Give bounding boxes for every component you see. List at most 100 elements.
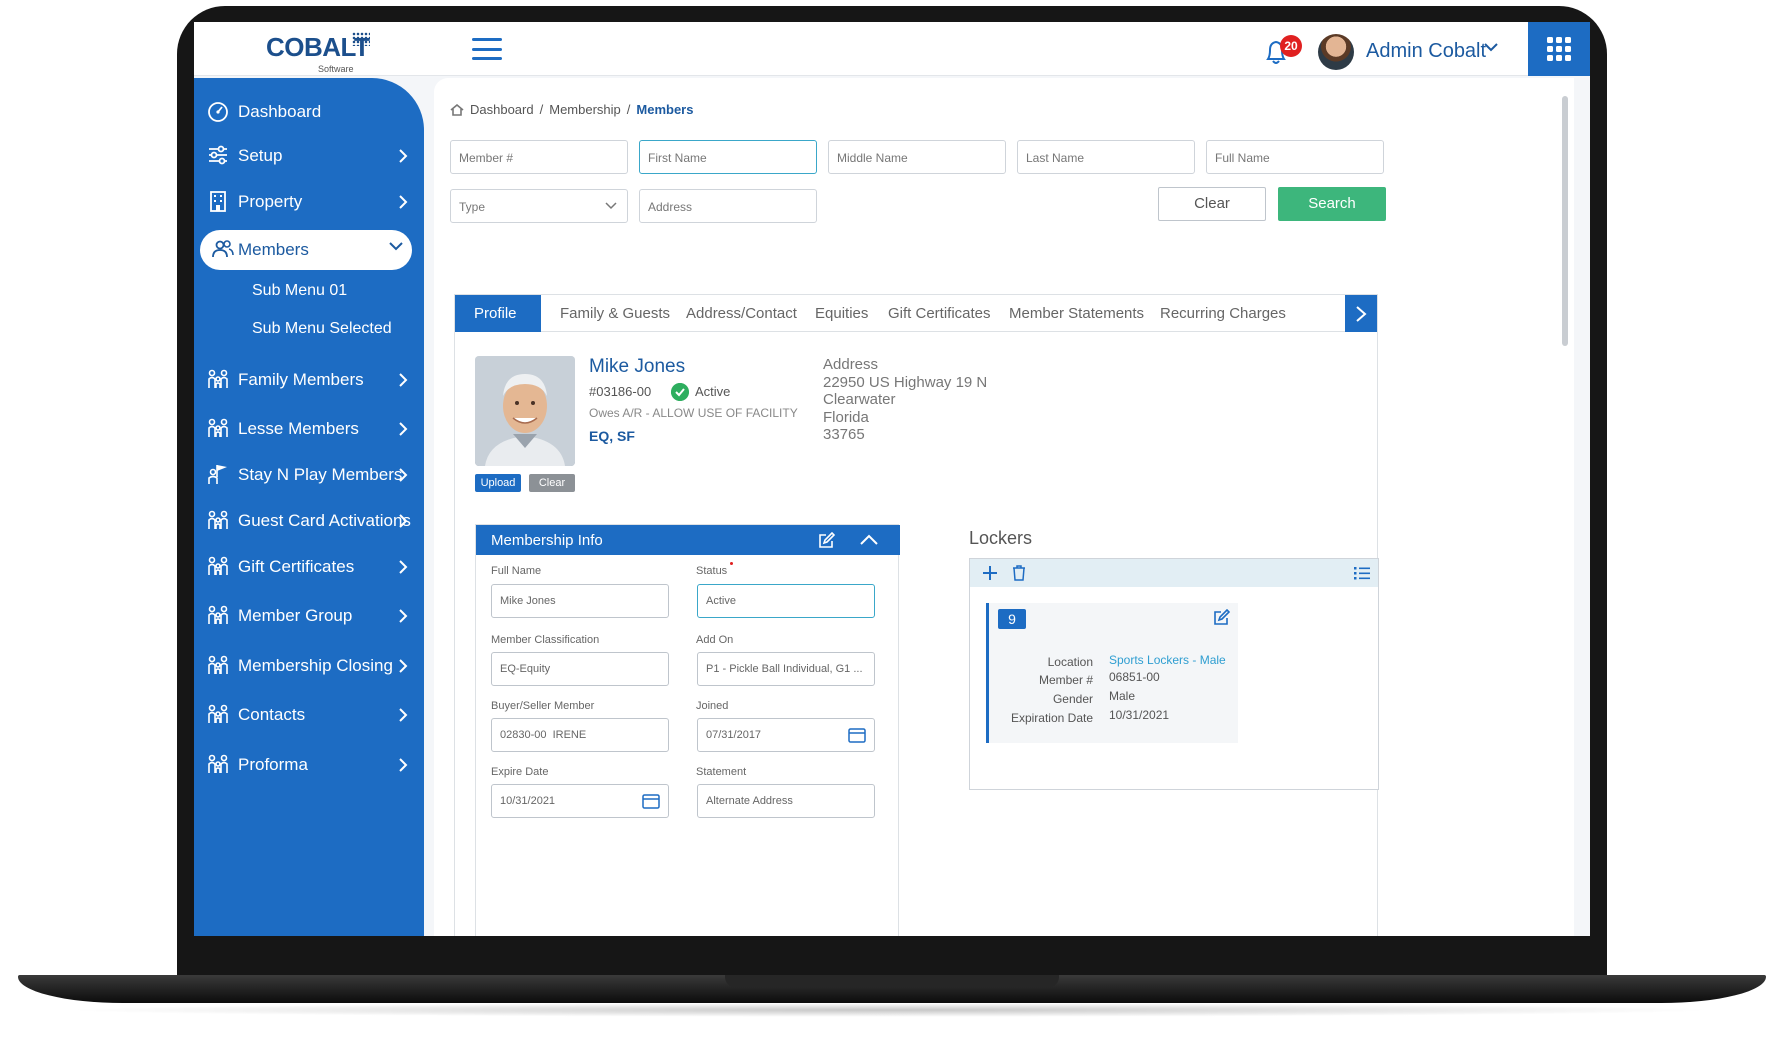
main-content: Dashboard / Membership / Members Member … <box>434 78 1574 936</box>
sidebar-item-stay-n-play[interactable]: Stay N Play Members <box>194 455 424 495</box>
family-icon <box>208 605 228 624</box>
home-icon[interactable] <box>450 103 464 116</box>
chevron-down-icon[interactable] <box>1484 40 1498 54</box>
tab-gift-certificates[interactable]: Gift Certificates <box>888 295 991 332</box>
user-avatar[interactable] <box>1318 34 1354 70</box>
family-icon <box>208 418 228 437</box>
breadcrumb-dashboard[interactable]: Dashboard <box>470 102 534 117</box>
sidebar-item-label: Setup <box>238 146 283 165</box>
calendar-icon[interactable] <box>848 727 866 743</box>
clear-button[interactable]: Clear <box>1158 187 1266 221</box>
member-number-input[interactable]: Member # <box>450 140 628 174</box>
users-icon <box>212 240 234 258</box>
chevron-right-icon <box>399 758 408 772</box>
tab-member-statements[interactable]: Member Statements <box>1009 295 1144 332</box>
submenu-item-selected[interactable]: Sub Menu Selected <box>252 320 392 338</box>
buyer-seller-field[interactable]: 02830-00 IRENE <box>491 718 669 752</box>
status-field[interactable]: Active <box>697 584 875 618</box>
joined-date-field[interactable]: 07/31/2017 <box>697 718 875 752</box>
sidebar-item-property[interactable]: Property <box>194 182 424 222</box>
tab-bar: Profile Family & Guests Address/Contact … <box>454 294 1378 332</box>
tab-recurring-charges[interactable]: Recurring Charges <box>1160 295 1286 332</box>
logo-subtitle: Software <box>318 64 354 74</box>
sidebar-item-contacts[interactable]: Contacts <box>194 695 424 735</box>
tabs-next-button[interactable] <box>1345 295 1377 332</box>
sidebar-item-guest-card-activations[interactable]: Guest Card Activations <box>194 501 424 541</box>
locker-member: 06851-00 <box>1109 670 1160 684</box>
sidebar-item-proforma[interactable]: Proforma <box>194 745 424 785</box>
edit-icon[interactable] <box>818 532 835 549</box>
profile-panel: Upload Clear Mike Jones #03186-00 Active… <box>454 332 1379 936</box>
locker-gender: Male <box>1109 689 1136 703</box>
tab-family-guests[interactable]: Family & Guests <box>560 295 670 332</box>
chevron-right-icon <box>399 609 408 623</box>
sidebar-item-label: Membership Closing <box>238 656 393 675</box>
classification-label: Member Classification <box>491 634 600 646</box>
locker-location[interactable]: Sports Lockers - Male <box>1109 653 1226 667</box>
statement-field[interactable]: Alternate Address <box>697 784 875 818</box>
first-name-input[interactable]: First Name <box>639 140 817 174</box>
sidebar-item-label: Lesse Members <box>238 419 359 438</box>
breadcrumb-membership[interactable]: Membership <box>549 102 621 117</box>
add-icon[interactable] <box>982 565 998 581</box>
sidebar-item-gift-certificates[interactable]: Gift Certificates <box>194 547 424 587</box>
type-select[interactable]: Type <box>450 189 628 223</box>
chevron-down-icon <box>605 202 617 210</box>
locker-card[interactable]: 9 Location Sports Lockers - Male Member … <box>986 603 1238 743</box>
submenu-item[interactable]: Sub Menu 01 <box>252 282 347 300</box>
tab-equities[interactable]: Equities <box>815 295 868 332</box>
full-name-input[interactable]: Full Name <box>1206 140 1384 174</box>
buyer-seller-label: Buyer/Seller Member <box>491 700 595 712</box>
sidebar-item-members[interactable]: Members <box>200 230 412 270</box>
locker-expiration-label: Expiration Date <box>1010 711 1093 725</box>
laptop-notch <box>725 975 1059 987</box>
app-screen: COBALT Software 20 Admin Cobalt Dashboar… <box>194 22 1590 936</box>
cobalt-logo[interactable]: COBALT Software <box>266 32 370 74</box>
sidebar-item-member-group[interactable]: Member Group <box>194 596 424 636</box>
classification-field[interactable]: EQ-Equity <box>491 652 669 686</box>
scrollbar[interactable] <box>1562 96 1568 346</box>
last-name-input[interactable]: Last Name <box>1017 140 1195 174</box>
edit-icon[interactable] <box>1213 609 1230 626</box>
sidebar-item-membership-closing[interactable]: Membership Closing <box>194 646 424 686</box>
middle-name-input[interactable]: Middle Name <box>828 140 1006 174</box>
locker-member-label: Member # <box>1038 673 1093 687</box>
apps-grid-button[interactable] <box>1528 22 1590 76</box>
upload-photo-button[interactable]: Upload <box>475 474 521 492</box>
joined-date-value: 07/31/2017 <box>706 729 762 741</box>
member-photo <box>475 356 575 466</box>
sidebar-item-label: Members <box>238 240 309 259</box>
full-name-label: Full Name <box>491 565 542 577</box>
calendar-icon[interactable] <box>642 793 660 809</box>
hamburger-menu-icon[interactable] <box>472 38 502 60</box>
tab-address-contact[interactable]: Address/Contact <box>686 295 797 332</box>
laptop-mockup: COBALT Software 20 Admin Cobalt Dashboar… <box>0 0 1784 1064</box>
clear-photo-button[interactable]: Clear <box>529 474 575 492</box>
list-icon[interactable] <box>1354 566 1370 580</box>
lockers-card: 9 Location Sports Lockers - Male Member … <box>969 558 1379 790</box>
user-name[interactable]: Admin Cobalt <box>1366 40 1486 63</box>
member-name: Mike Jones <box>589 356 686 377</box>
sidebar-item-family-members[interactable]: Family Members <box>194 360 424 400</box>
chevron-down-icon <box>389 242 403 251</box>
add-on-field[interactable]: P1 - Pickle Ball Individual, G1 ... <box>697 652 875 686</box>
type-select-value: Type <box>459 200 486 214</box>
tab-profile[interactable]: Profile <box>455 295 541 332</box>
address-input[interactable]: Address <box>639 189 817 223</box>
full-name-field[interactable]: Mike Jones <box>491 584 669 618</box>
locker-expiration: 10/31/2021 <box>1109 708 1170 722</box>
expire-date-field[interactable]: 10/31/2021 <box>491 784 669 818</box>
dashboard-icon <box>208 102 228 122</box>
search-button[interactable]: Search <box>1278 187 1386 221</box>
sidebar-item-dashboard[interactable]: Dashboard <box>194 92 424 132</box>
chevron-right-icon <box>399 373 408 387</box>
sidebar-item-lesse-members[interactable]: Lesse Members <box>194 409 424 449</box>
trash-icon[interactable] <box>1012 565 1026 581</box>
sidebar-item-setup[interactable]: Setup <box>194 136 424 176</box>
check-circle-icon <box>671 383 689 401</box>
chevron-up-icon[interactable] <box>860 534 878 546</box>
address-line: Clearwater <box>823 391 896 408</box>
chevron-right-icon <box>399 149 408 163</box>
address-line: Florida <box>823 408 869 426</box>
family-icon <box>208 369 228 388</box>
